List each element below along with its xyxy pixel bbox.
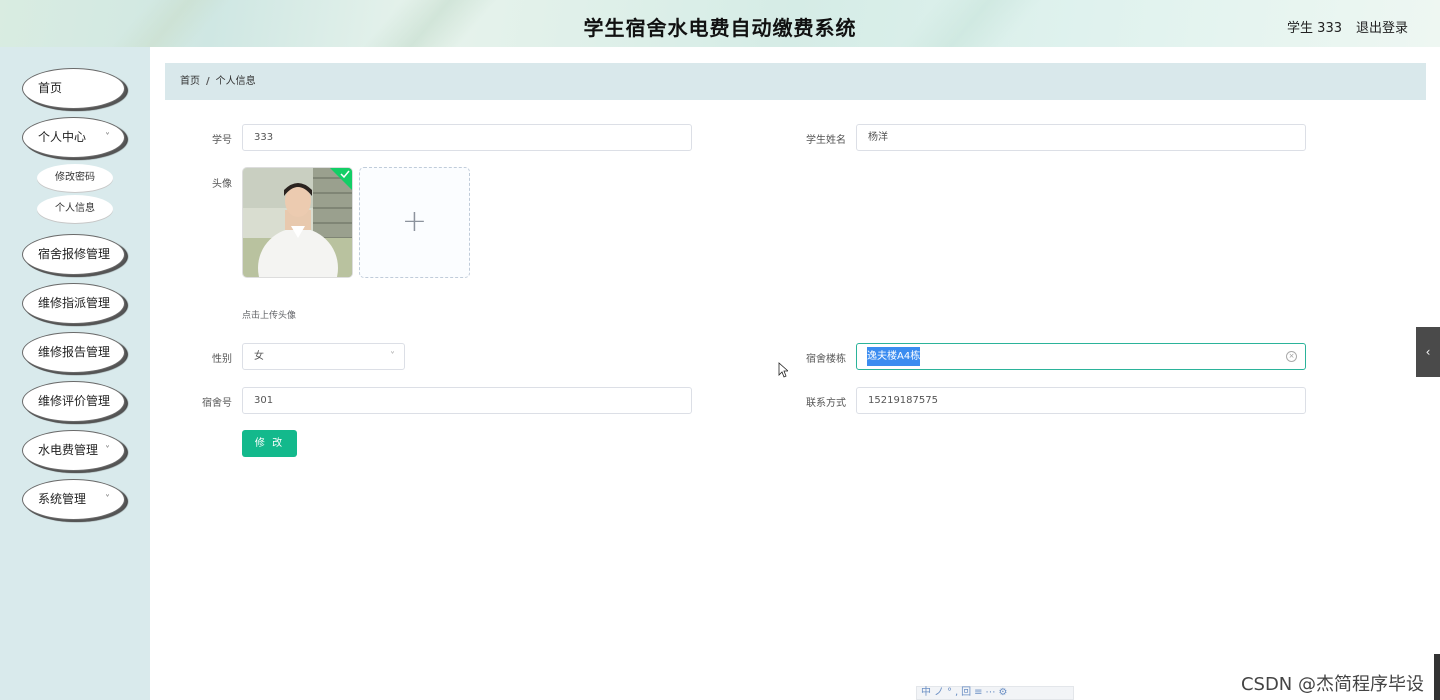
collapse-panel-tab[interactable]: ‹ [1416, 327, 1440, 377]
sidebar-item-label: 系统管理 [38, 492, 87, 506]
chevron-down-icon: ˅ [105, 132, 110, 143]
chevron-down-icon: ˅ [105, 494, 110, 505]
avatar-upload-hint: 点击上传头像 [242, 311, 297, 321]
sidebar-item-label: 维修指派管理 [38, 296, 111, 310]
chevron-left-icon: ‹ [1425, 345, 1431, 359]
chevron-down-icon: ˅ [390, 351, 395, 362]
sidebar-item-label: 水电费管理 [38, 443, 99, 457]
logout-link[interactable]: 退出登录 [1356, 17, 1408, 36]
contact-label: 联系方式 [806, 398, 846, 409]
room-no-label: 宿舍号 [202, 398, 232, 409]
app-title: 学生宿舍水电费自动缴费系统 [583, 16, 857, 40]
sidebar-item-label: 维修报告管理 [38, 345, 111, 359]
student-no-label: 学号 [212, 135, 232, 146]
contact-field[interactable]: 15219187575 [856, 387, 1306, 414]
plus-icon: + [401, 204, 428, 239]
sidebar-item-repair-review[interactable]: 维修评价管理 [22, 381, 125, 422]
student-name-label: 学生姓名 [806, 135, 846, 146]
breadcrumb-current: 个人信息 [215, 76, 256, 87]
sidebar-item-repair-assign[interactable]: 维修指派管理 [22, 283, 125, 324]
building-label: 宿舍楼栋 [806, 354, 846, 365]
sidebar-item-personal-center[interactable]: 个人中心 ˅ [22, 117, 125, 158]
watermark: CSDN @杰简程序毕设 [1240, 674, 1424, 695]
building-value: 逸夫楼A4栋 [867, 347, 921, 366]
sidebar-item-label: 宿舍报修管理 [38, 247, 111, 261]
scrollbar[interactable] [1434, 654, 1440, 700]
sidebar-item-dorm-repair[interactable]: 宿舍报修管理 [22, 234, 125, 275]
current-user: 学生 333 [1287, 21, 1342, 36]
breadcrumb: 首页 / 个人信息 [165, 63, 1426, 100]
avatar-label: 头像 [212, 179, 232, 190]
chevron-down-icon: ˅ [105, 445, 110, 456]
sidebar-item-system[interactable]: 系统管理 ˅ [22, 479, 125, 520]
breadcrumb-separator: / [206, 76, 210, 87]
sidebar-subitem-change-password[interactable]: 修改密码 [37, 164, 113, 192]
top-header: 学生宿舍水电费自动缴费系统 学生 333 退出登录 [0, 0, 1440, 47]
modify-button[interactable]: 修 改 [242, 430, 297, 457]
sidebar-item-utility-fee[interactable]: 水电费管理 ˅ [22, 430, 125, 471]
sidebar-subitem-personal-info[interactable]: 个人信息 [37, 195, 113, 223]
ime-toolbar[interactable]: 中ノ°,回≡⋯⚙ [916, 686, 1074, 700]
room-no-field[interactable]: 301 [242, 387, 692, 414]
upload-success-icon [330, 168, 352, 190]
sidebar-item-label: 维修评价管理 [38, 394, 111, 408]
avatar-image[interactable] [242, 167, 353, 278]
avatar-upload-button[interactable]: + [359, 167, 470, 278]
breadcrumb-home[interactable]: 首页 [180, 76, 200, 87]
clear-icon[interactable]: × [1286, 351, 1297, 362]
gender-value: 女 [254, 351, 264, 362]
gender-select[interactable]: 女 ˅ [242, 343, 405, 370]
sidebar-item-label: 个人中心 [38, 130, 87, 144]
gender-label: 性别 [212, 354, 232, 365]
sidebar-item-repair-report[interactable]: 维修报告管理 [22, 332, 125, 373]
building-field[interactable]: 逸夫楼A4栋 × [856, 343, 1306, 370]
student-no-field[interactable]: 333 [242, 124, 692, 151]
mouse-cursor-icon [778, 362, 788, 378]
student-name-field[interactable]: 杨洋 [856, 124, 1306, 151]
sidebar-item-label: 首页 [38, 81, 63, 95]
sidebar-item-home[interactable]: 首页 [22, 68, 125, 109]
